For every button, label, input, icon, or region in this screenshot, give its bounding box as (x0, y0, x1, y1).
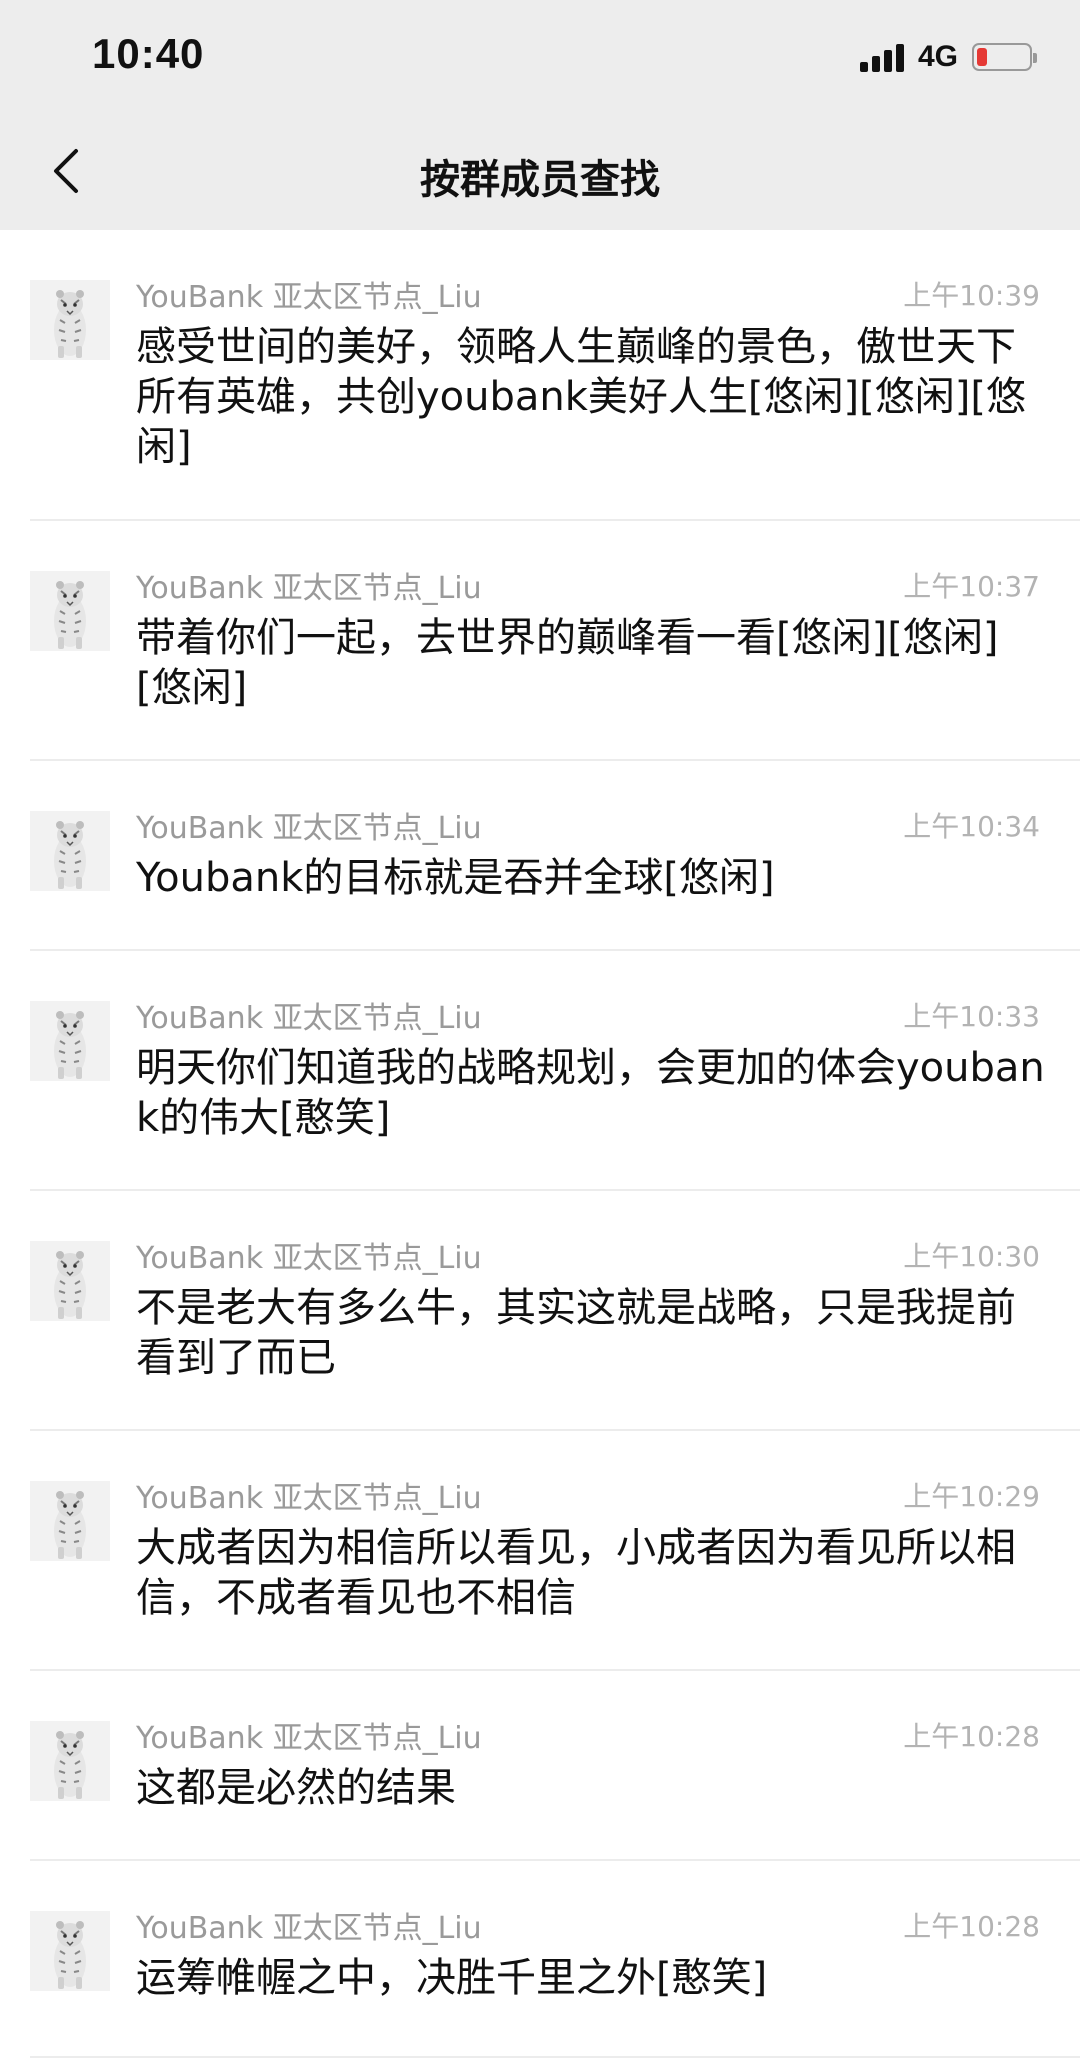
battery-icon (972, 43, 1037, 71)
message-time: 上午10:30 (903, 1240, 1040, 1273)
battery-level (977, 48, 987, 66)
avatar[interactable] (30, 280, 110, 360)
list-item[interactable]: YouBank 亚太区节点_Liu 上午10:34 Youbank的目标就是吞并… (0, 761, 1080, 951)
message-text: Youbank的目标就是吞并全球[悠闲] (136, 855, 775, 901)
tiger-avatar-image (30, 280, 110, 360)
message-time: 上午10:29 (903, 1480, 1040, 1513)
avatar[interactable] (30, 1241, 110, 1321)
signal-icon (859, 42, 908, 72)
sender-name: YouBank 亚太区节点_Liu (136, 1001, 482, 1036)
tiger-avatar-image (30, 1721, 110, 1801)
nav-bar: 按群成员查找 (0, 115, 1080, 230)
message-text: 带着你们一起，去世界的巅峰看一看[悠闲][悠闲][悠闲] (136, 615, 999, 711)
page-title: 按群成员查找 (420, 157, 660, 203)
message-text: 运筹帷幄之中，决胜千里之外[憨笑] (136, 1955, 768, 2001)
message-list: YouBank 亚太区节点_Liu 上午10:39 感受世间的美好，领略人生巅峰… (0, 230, 1080, 2058)
network-type: 4G (917, 40, 958, 73)
avatar[interactable] (30, 1481, 110, 1561)
list-item[interactable]: YouBank 亚太区节点_Liu 上午10:33 明天你们知道我的战略规划，会… (0, 951, 1080, 1191)
tiger-avatar-image (30, 1001, 110, 1081)
avatar[interactable] (30, 811, 110, 891)
message-text: 这都是必然的结果 (136, 1765, 456, 1811)
message-time: 上午10:28 (903, 1720, 1040, 1753)
tiger-avatar-image (30, 811, 110, 891)
sender-name: YouBank 亚太区节点_Liu (136, 280, 482, 315)
message-time: 上午10:34 (903, 810, 1040, 843)
sender-name: YouBank 亚太区节点_Liu (136, 1481, 482, 1516)
avatar[interactable] (30, 1721, 110, 1801)
sender-name: YouBank 亚太区节点_Liu (136, 811, 482, 846)
sender-name: YouBank 亚太区节点_Liu (136, 1911, 482, 1946)
avatar[interactable] (30, 1001, 110, 1081)
message-text: 感受世间的美好，领略人生巅峰的景色，傲世天下所有英雄，共创youbank美好人生… (136, 324, 1026, 470)
list-item[interactable]: YouBank 亚太区节点_Liu 上午10:37 带着你们一起，去世界的巅峰看… (0, 521, 1080, 761)
sender-name: YouBank 亚太区节点_Liu (136, 571, 482, 606)
list-item[interactable]: YouBank 亚太区节点_Liu 上午10:30 不是老大有多么牛，其实这就是… (0, 1191, 1080, 1431)
message-text: 不是老大有多么牛，其实这就是战略，只是我提前看到了而已 (136, 1285, 1016, 1381)
message-time: 上午10:37 (903, 570, 1040, 603)
status-indicators: 4G (859, 40, 1037, 74)
list-item[interactable]: YouBank 亚太区节点_Liu 上午10:28 运筹帷幄之中，决胜千里之外[… (0, 1861, 1080, 2058)
list-item[interactable]: YouBank 亚太区节点_Liu 上午10:39 感受世间的美好，领略人生巅峰… (0, 230, 1080, 521)
status-time: 10:40 (92, 30, 205, 77)
tiger-avatar-image (30, 571, 110, 651)
tiger-avatar-image (30, 1241, 110, 1321)
list-item[interactable]: YouBank 亚太区节点_Liu 上午10:29 大成者因为相信所以看见，小成… (0, 1431, 1080, 1671)
message-time: 上午10:39 (903, 279, 1040, 312)
tiger-avatar-image (30, 1911, 110, 1991)
sender-name: YouBank 亚太区节点_Liu (136, 1241, 482, 1276)
message-text: 大成者因为相信所以看见，小成者因为看见所以相信，不成者看见也不相信 (136, 1525, 1016, 1621)
avatar[interactable] (30, 1911, 110, 1991)
message-time: 上午10:33 (903, 1000, 1040, 1033)
avatar[interactable] (30, 571, 110, 651)
list-item[interactable]: YouBank 亚太区节点_Liu 上午10:28 这都是必然的结果 (0, 1671, 1080, 1861)
sender-name: YouBank 亚太区节点_Liu (136, 1721, 482, 1756)
status-bar: 10:40 4G (0, 0, 1080, 115)
tiger-avatar-image (30, 1481, 110, 1561)
message-text: 明天你们知道我的战略规划，会更加的体会youbank的伟大[憨笑] (136, 1045, 1045, 1141)
message-time: 上午10:28 (903, 1910, 1040, 1943)
